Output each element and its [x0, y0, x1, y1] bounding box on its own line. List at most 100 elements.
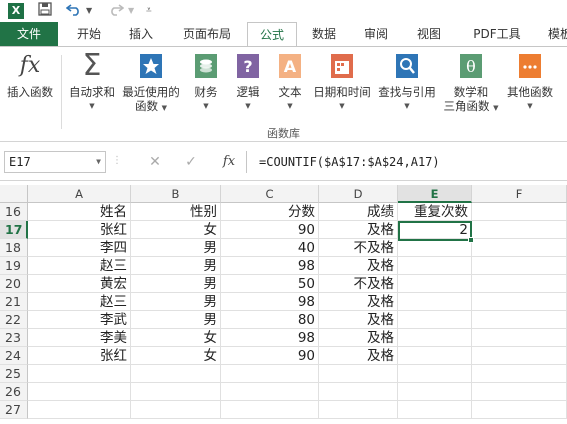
- cell-c26[interactable]: [221, 383, 319, 401]
- cell-d20[interactable]: 不及格: [319, 275, 398, 293]
- cell-b25[interactable]: [131, 365, 221, 383]
- cell-a21[interactable]: 赵三: [28, 293, 131, 311]
- cell-f21[interactable]: [472, 293, 567, 311]
- cell-a17[interactable]: 张红: [28, 221, 131, 239]
- cell-d23[interactable]: 及格: [319, 329, 398, 347]
- cell-a16[interactable]: 姓名: [28, 203, 131, 221]
- column-header-a[interactable]: A: [28, 185, 131, 203]
- cell-a25[interactable]: [28, 365, 131, 383]
- cell-e21[interactable]: [398, 293, 472, 311]
- row-header[interactable]: 18: [0, 239, 28, 257]
- tab-home[interactable]: 开始: [66, 22, 112, 46]
- cell-e20[interactable]: [398, 275, 472, 293]
- cell-c16[interactable]: 分数: [221, 203, 319, 221]
- cell-e25[interactable]: [398, 365, 472, 383]
- cell-a24[interactable]: 张红: [28, 347, 131, 365]
- cell-e26[interactable]: [398, 383, 472, 401]
- cell-d24[interactable]: 及格: [319, 347, 398, 365]
- math-trig-button[interactable]: θ 数学和 三角函数 ▼: [440, 51, 502, 115]
- text-functions-button[interactable]: A 文本 ▼: [272, 51, 308, 113]
- row-header[interactable]: 23: [0, 329, 28, 347]
- cell-f24[interactable]: [472, 347, 567, 365]
- cell-e22[interactable]: [398, 311, 472, 329]
- autosum-button[interactable]: Σ 自动求和 ▼: [64, 51, 120, 113]
- insert-function-button[interactable]: fx 插入函数: [2, 51, 58, 100]
- name-box[interactable]: E17 ▼: [4, 151, 106, 173]
- column-header-d[interactable]: D: [319, 185, 398, 203]
- cell-c20[interactable]: 50: [221, 275, 319, 293]
- row-header[interactable]: 26: [0, 383, 28, 401]
- tab-page-layout[interactable]: 页面布局: [172, 22, 242, 46]
- cell-f19[interactable]: [472, 257, 567, 275]
- date-time-button[interactable]: 日期和时间 ▼: [310, 51, 374, 113]
- redo-icon[interactable]: [108, 2, 125, 20]
- cell-f25[interactable]: [472, 365, 567, 383]
- cell-b26[interactable]: [131, 383, 221, 401]
- undo-dropdown-icon[interactable]: ▼: [86, 2, 92, 20]
- column-header-b[interactable]: B: [131, 185, 221, 203]
- cell-c23[interactable]: 98: [221, 329, 319, 347]
- more-functions-button[interactable]: 其他函数 ▼: [502, 51, 558, 113]
- tab-pdf-tools[interactable]: PDF工具: [462, 22, 532, 46]
- cell-a23[interactable]: 李美: [28, 329, 131, 347]
- cell-c18[interactable]: 40: [221, 239, 319, 257]
- cell-d18[interactable]: 不及格: [319, 239, 398, 257]
- column-header-c[interactable]: C: [221, 185, 319, 203]
- cell-d16[interactable]: 成绩: [319, 203, 398, 221]
- row-header[interactable]: 27: [0, 401, 28, 419]
- cell-d25[interactable]: [319, 365, 398, 383]
- row-header[interactable]: 19: [0, 257, 28, 275]
- cell-a18[interactable]: 李四: [28, 239, 131, 257]
- cell-e23[interactable]: [398, 329, 472, 347]
- tab-data[interactable]: 数据: [302, 22, 346, 46]
- cell-e27[interactable]: [398, 401, 472, 419]
- cell-d19[interactable]: 及格: [319, 257, 398, 275]
- cell-a20[interactable]: 黄宏: [28, 275, 131, 293]
- cell-f27[interactable]: [472, 401, 567, 419]
- cell-f26[interactable]: [472, 383, 567, 401]
- cell-b19[interactable]: 男: [131, 257, 221, 275]
- cell-b20[interactable]: 男: [131, 275, 221, 293]
- tab-file[interactable]: 文件: [0, 22, 58, 46]
- fill-handle[interactable]: [468, 237, 474, 243]
- cell-b24[interactable]: 女: [131, 347, 221, 365]
- cell-c24[interactable]: 90: [221, 347, 319, 365]
- cell-b27[interactable]: [131, 401, 221, 419]
- enter-icon[interactable]: ✓: [176, 151, 206, 173]
- tab-review[interactable]: 审阅: [354, 22, 398, 46]
- cell-c27[interactable]: [221, 401, 319, 419]
- cell-e24[interactable]: [398, 347, 472, 365]
- cell-a19[interactable]: 赵三: [28, 257, 131, 275]
- row-header[interactable]: 24: [0, 347, 28, 365]
- save-icon[interactable]: [38, 2, 52, 20]
- cell-d22[interactable]: 及格: [319, 311, 398, 329]
- column-header-f[interactable]: F: [472, 185, 567, 203]
- row-header[interactable]: 22: [0, 311, 28, 329]
- cell-f16[interactable]: [472, 203, 567, 221]
- cell-b17[interactable]: 女: [131, 221, 221, 239]
- cell-d21[interactable]: 及格: [319, 293, 398, 311]
- cell-f23[interactable]: [472, 329, 567, 347]
- financial-button[interactable]: 财务 ▼: [188, 51, 224, 113]
- insert-function-icon[interactable]: fx: [218, 151, 240, 173]
- cell-c25[interactable]: [221, 365, 319, 383]
- cell-f17[interactable]: [472, 221, 567, 239]
- row-header[interactable]: 20: [0, 275, 28, 293]
- cell-e18[interactable]: [398, 239, 472, 257]
- recently-used-button[interactable]: 最近使用的 函数 ▼: [120, 51, 182, 115]
- cell-d17[interactable]: 及格: [319, 221, 398, 239]
- cell-b18[interactable]: 男: [131, 239, 221, 257]
- cell-b22[interactable]: 男: [131, 311, 221, 329]
- row-header[interactable]: 25: [0, 365, 28, 383]
- select-all-corner[interactable]: [0, 185, 28, 203]
- cell-b16[interactable]: 性别: [131, 203, 221, 221]
- column-header-e[interactable]: E: [398, 185, 472, 203]
- cell-a22[interactable]: 李武: [28, 311, 131, 329]
- row-header[interactable]: 16: [0, 203, 28, 221]
- row-header[interactable]: 17: [0, 221, 28, 239]
- cell-f18[interactable]: [472, 239, 567, 257]
- cell-c17[interactable]: 90: [221, 221, 319, 239]
- tab-formulas[interactable]: 公式: [247, 22, 297, 47]
- cell-e16[interactable]: 重复次数: [398, 203, 472, 221]
- chevron-down-icon[interactable]: ▼: [96, 152, 101, 172]
